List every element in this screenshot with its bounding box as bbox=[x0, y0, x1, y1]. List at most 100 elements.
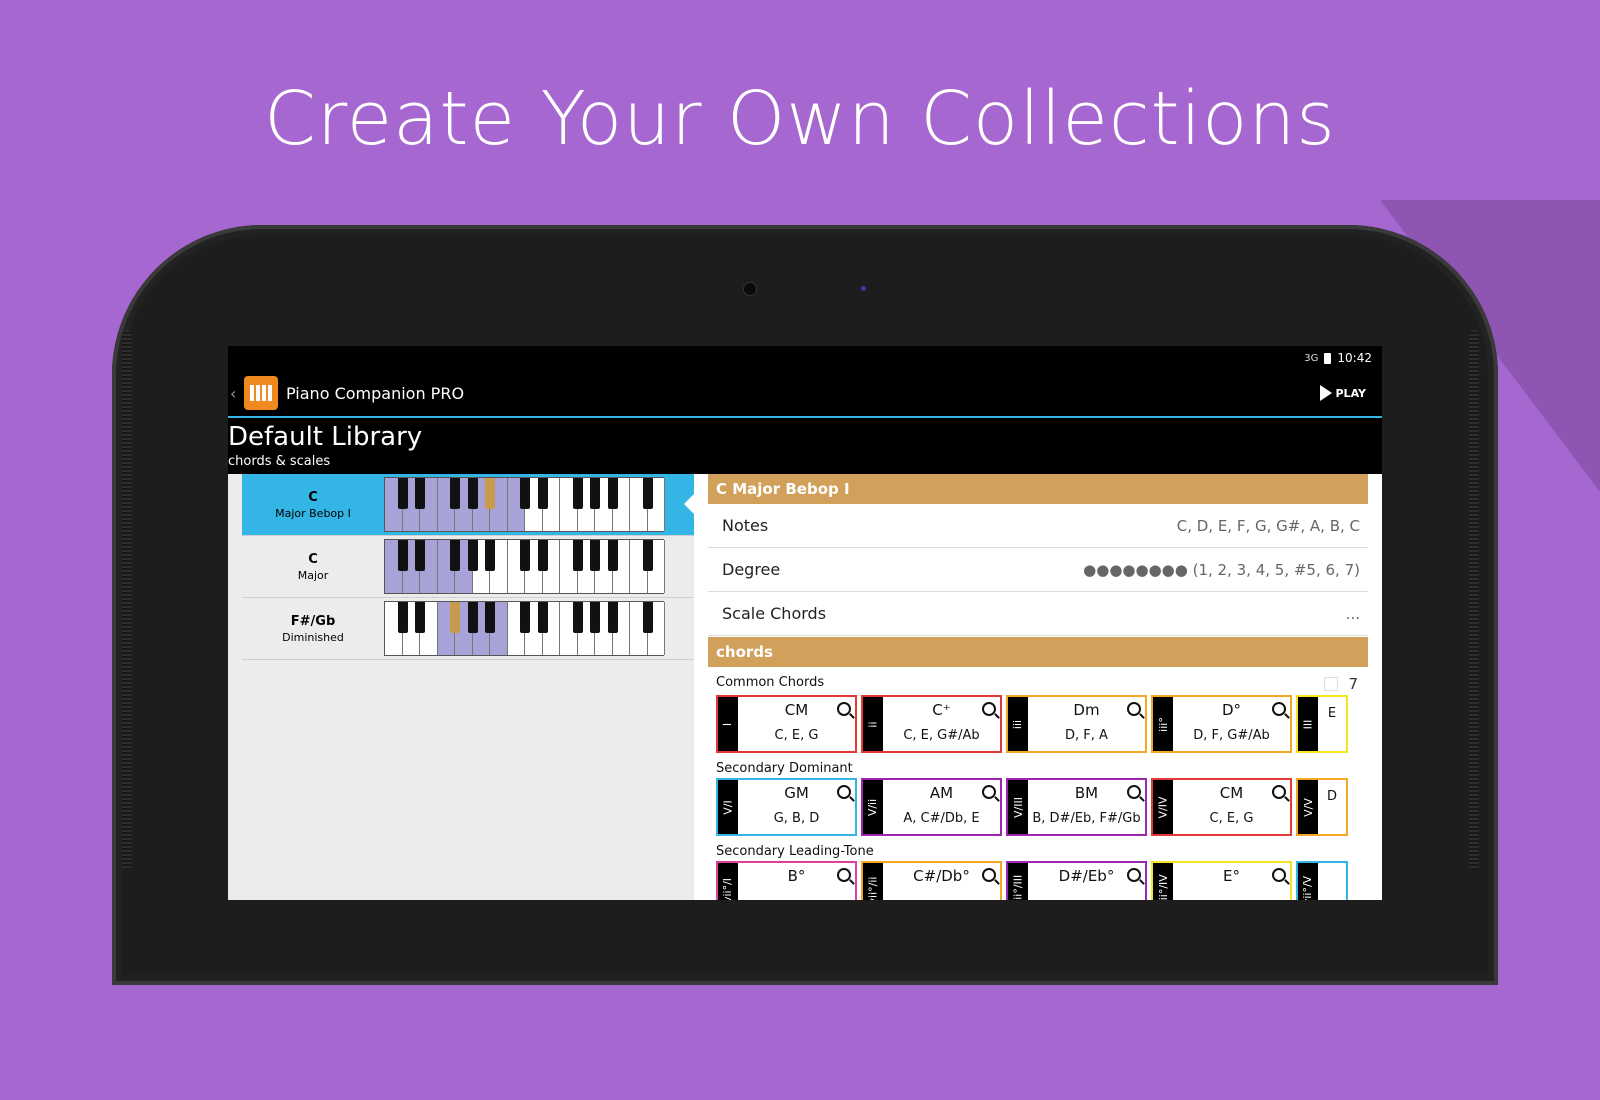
chord-notes: C, E, G bbox=[774, 728, 819, 743]
search-icon[interactable] bbox=[982, 785, 996, 799]
chord-card-body: C⁺ C, E, G#/Ab bbox=[883, 697, 1000, 751]
search-icon[interactable] bbox=[837, 868, 851, 882]
chord-card[interactable]: I CM C, E, G bbox=[716, 695, 857, 753]
chords-section-bar: chords bbox=[708, 637, 1368, 667]
scale-list-item-label: C Major bbox=[242, 552, 384, 582]
search-icon[interactable] bbox=[982, 868, 996, 882]
black-key bbox=[607, 540, 618, 571]
chord-card-body: D bbox=[1318, 780, 1346, 834]
chord-degree: V/I bbox=[721, 799, 735, 815]
black-key bbox=[415, 540, 425, 571]
chord-degree: V/ii bbox=[866, 798, 880, 816]
black-key bbox=[572, 602, 583, 633]
black-key bbox=[520, 478, 530, 509]
chord-card[interactable]: V/IV CM C, E, G bbox=[1151, 778, 1292, 836]
action-bar: ‹ Piano Companion PRO PLAY bbox=[228, 370, 1382, 418]
chord-degree-tab: vii°/III bbox=[1008, 863, 1028, 900]
chord-card[interactable]: iii Dm D, F, A bbox=[1006, 695, 1147, 753]
chord-degree: vii°/V bbox=[1301, 875, 1315, 900]
search-icon[interactable] bbox=[1127, 785, 1141, 799]
chord-card-body: CM C, E, G bbox=[1173, 780, 1290, 834]
search-icon[interactable] bbox=[1272, 702, 1286, 716]
black-key bbox=[607, 602, 618, 633]
black-key bbox=[415, 478, 425, 509]
app-icon[interactable] bbox=[244, 376, 278, 410]
chord-degree-tab: vii°/V bbox=[1298, 863, 1318, 900]
black-key bbox=[485, 478, 495, 509]
detail-row[interactable]: Scale Chords... bbox=[708, 592, 1368, 636]
detail-row-key: Scale Chords bbox=[722, 604, 827, 623]
chord-card[interactable]: ii C⁺ C, E, G#/Ab bbox=[861, 695, 1002, 753]
chord-card[interactable]: V/III BM B, D#/Eb, F#/Gb bbox=[1006, 778, 1147, 836]
chord-card-body: CM C, E, G bbox=[738, 697, 855, 751]
black-key bbox=[467, 540, 478, 571]
chord-card[interactable]: V/I GM G, B, D bbox=[716, 778, 857, 836]
chord-notes: D, F, G#/Ab bbox=[1193, 728, 1270, 743]
back-chevron-icon[interactable]: ‹ bbox=[230, 384, 244, 403]
chord-card[interactable]: V/V D bbox=[1296, 778, 1348, 836]
detail-row-value: ●●●●●●●● (1, 2, 3, 4, 5, #5, 6, 7) bbox=[1083, 560, 1360, 579]
chord-card[interactable]: vii°/V bbox=[1296, 861, 1348, 900]
chord-count-value: 7 bbox=[1348, 675, 1358, 693]
black-key bbox=[397, 540, 408, 571]
chord-group-label: Common Chords 7 bbox=[716, 675, 1368, 693]
search-icon[interactable] bbox=[1127, 702, 1141, 716]
scale-type: Diminished bbox=[282, 630, 344, 644]
chord-card-body: D#/Eb° bbox=[1028, 863, 1145, 900]
chord-group-title: Secondary Dominant bbox=[716, 761, 853, 776]
chord-degree: vii°/I bbox=[721, 877, 735, 900]
chord-card-body: C#/Db° bbox=[883, 863, 1000, 900]
chord-card-row: V/I GM G, B, D V/ii AM A, C#/Db, E V/III BM B, D… bbox=[716, 778, 1368, 836]
black-key bbox=[415, 602, 425, 633]
chord-notes: C, E, G bbox=[1209, 811, 1254, 826]
chord-degree: ii bbox=[866, 720, 880, 728]
chord-degree-tab: iii bbox=[1008, 697, 1028, 751]
chord-card-body: BM B, D#/Eb, F#/Gb bbox=[1028, 780, 1145, 834]
chord-degree: V/IV bbox=[1156, 796, 1170, 818]
search-icon[interactable] bbox=[837, 702, 851, 716]
scale-list-item[interactable]: C Major bbox=[242, 536, 694, 598]
chord-card[interactable]: vii°/I B° bbox=[716, 861, 857, 900]
search-icon[interactable] bbox=[1272, 785, 1286, 799]
chord-card[interactable]: vii°/ii C#/Db° bbox=[861, 861, 1002, 900]
chord-degree-tab: iii° bbox=[1153, 697, 1173, 751]
chord-degree-tab: V/I bbox=[718, 780, 738, 834]
black-key bbox=[537, 540, 548, 571]
chord-card[interactable]: iii° D° D, F, G#/Ab bbox=[1151, 695, 1292, 753]
chord-degree-tab: ii bbox=[863, 697, 883, 751]
chord-card[interactable]: vii°/III D#/Eb° bbox=[1006, 861, 1147, 900]
black-key bbox=[450, 540, 460, 571]
black-key bbox=[520, 540, 530, 571]
black-key bbox=[572, 478, 583, 509]
chord-card[interactable]: V/ii AM A, C#/Db, E bbox=[861, 778, 1002, 836]
device-screen: 3G 10:42 ‹ Piano Companion PRO PLAY Defa… bbox=[228, 346, 1382, 900]
search-icon[interactable] bbox=[1127, 868, 1141, 882]
chord-group-title: Secondary Leading-Tone bbox=[716, 844, 874, 859]
chord-notes: G, B, D bbox=[773, 811, 820, 826]
speaker-grille-right bbox=[1469, 330, 1479, 870]
chord-degree: vii°/III bbox=[1011, 874, 1025, 900]
search-icon[interactable] bbox=[1272, 868, 1286, 882]
black-key bbox=[607, 478, 618, 509]
search-icon[interactable] bbox=[837, 785, 851, 799]
select-all-checkbox[interactable] bbox=[1324, 677, 1339, 691]
front-camera bbox=[744, 283, 756, 295]
chord-degree: I bbox=[721, 722, 735, 726]
selection-pointer bbox=[684, 494, 694, 514]
chord-card[interactable]: vii°/IV E° bbox=[1151, 861, 1292, 900]
keyboard-preview bbox=[384, 477, 665, 532]
app-title: Piano Companion PRO bbox=[286, 383, 465, 403]
scale-list-item[interactable]: C Major Bebop I bbox=[242, 474, 694, 536]
chord-degree: vii°/IV bbox=[1156, 873, 1170, 900]
library-header: Default Library chords & scales bbox=[228, 418, 1382, 474]
search-icon[interactable] bbox=[982, 702, 996, 716]
chord-degree-tab: V/IV bbox=[1153, 780, 1173, 834]
black-key bbox=[485, 602, 495, 633]
detail-row: Notes C, D, E, F, G, G#, A, B, C bbox=[708, 504, 1368, 548]
black-key bbox=[485, 540, 495, 571]
play-button[interactable]: PLAY bbox=[1319, 385, 1366, 401]
scale-list-item[interactable]: F#/Gb Diminished bbox=[242, 598, 694, 660]
detail-row-key: Notes bbox=[722, 516, 769, 535]
chord-degree-tab: vii°/I bbox=[718, 863, 738, 900]
chord-card[interactable]: III E bbox=[1296, 695, 1348, 753]
